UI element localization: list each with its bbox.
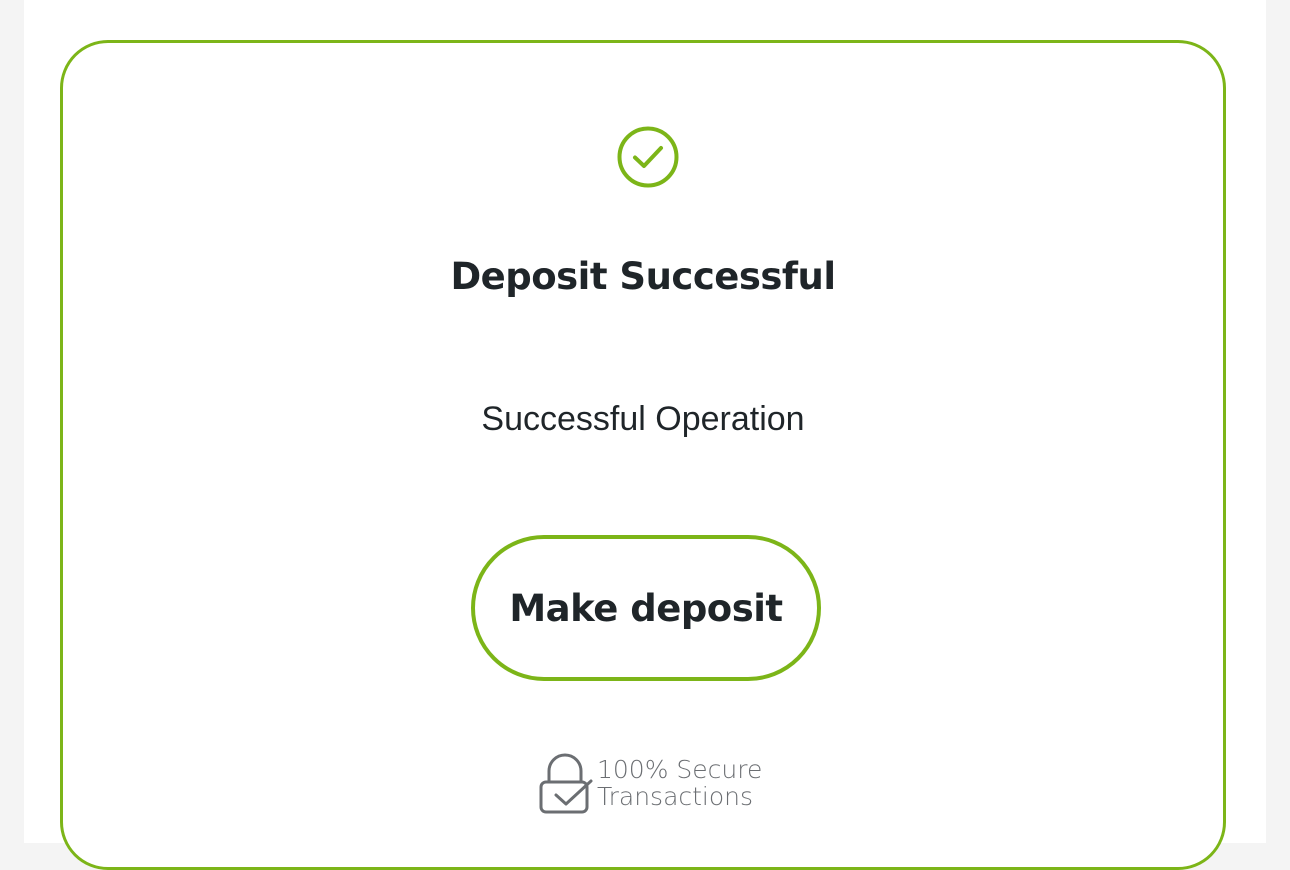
security-text-line2: Transactions (597, 782, 754, 811)
security-text-line1: 100% Secure (597, 755, 763, 784)
deposit-result-card: Deposit Successful Successful Operation … (60, 40, 1226, 870)
page-container: Deposit Successful Successful Operation … (24, 0, 1266, 870)
security-text: 100% Secure Transactions (597, 756, 762, 810)
make-deposit-button[interactable]: Make deposit (471, 535, 821, 681)
page-title: Deposit Successful (450, 255, 836, 298)
lock-check-icon (539, 753, 593, 814)
make-deposit-button-label: Make deposit (509, 586, 783, 630)
status-message: Successful Operation (481, 400, 805, 438)
security-badge: 100% Secure Transactions (537, 753, 762, 815)
check-circle-icon (617, 126, 679, 188)
